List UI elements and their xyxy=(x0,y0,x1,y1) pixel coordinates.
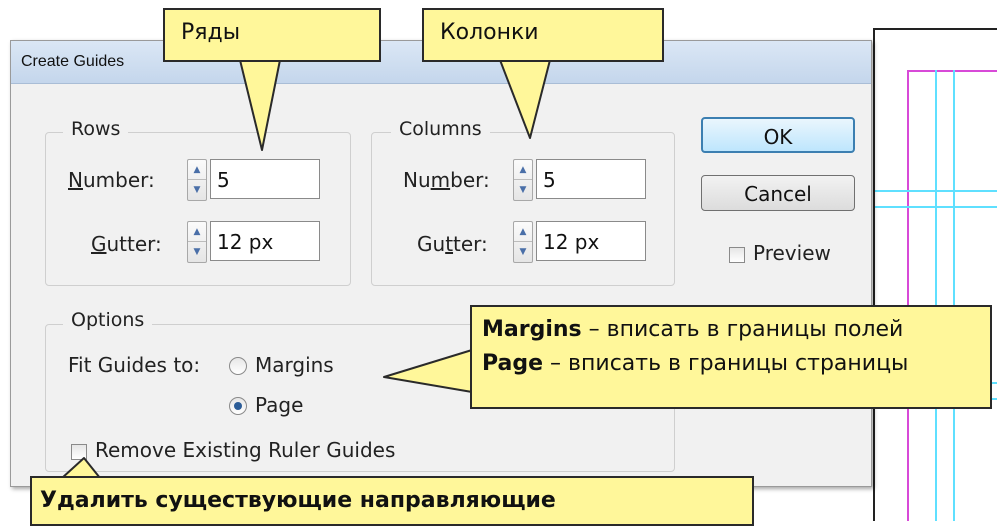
rows-callout: Ряды xyxy=(163,8,381,62)
fit-options-callout: Margins – вписать в границы полей Page –… xyxy=(470,305,992,409)
columns-callout: Колонки xyxy=(422,8,664,62)
columns-callout-text: Колонки xyxy=(440,20,539,45)
rows-callout-text: Ряды xyxy=(181,20,241,45)
margins-callout-line: Margins – вписать в границы полей xyxy=(482,317,904,342)
remove-callout-text: Удалить существующие направляющие xyxy=(40,488,556,513)
page-callout-line: Page – вписать в границы страницы xyxy=(482,351,909,376)
callout-pointers xyxy=(61,59,551,479)
